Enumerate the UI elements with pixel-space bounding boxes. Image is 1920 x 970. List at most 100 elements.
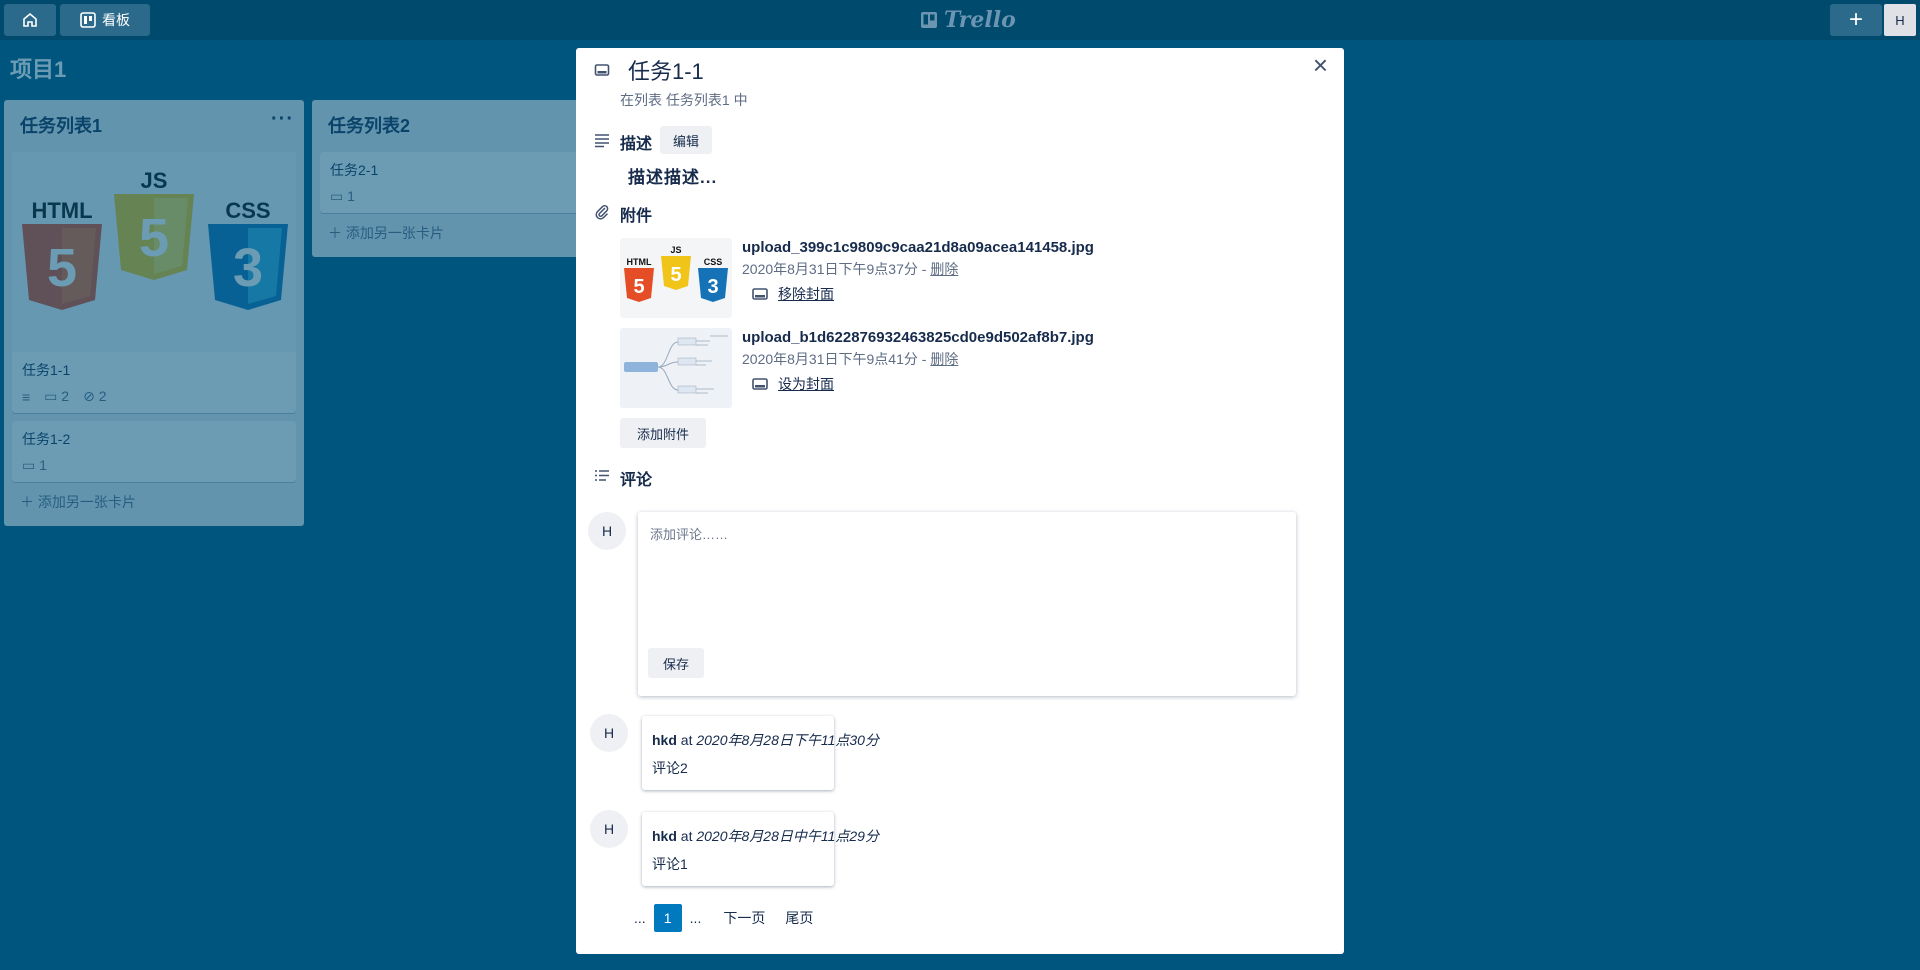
- description-text[interactable]: 描述描述...: [628, 163, 717, 188]
- comment-time: 2020年8月28日下午11点30分: [696, 732, 879, 748]
- add-attachment-button[interactable]: 添加附件: [620, 418, 706, 448]
- set-cover-button[interactable]: 设为封面: [752, 374, 834, 394]
- list-menu-icon[interactable]: ···: [271, 108, 294, 131]
- card-badges: ▭ 1: [330, 188, 594, 205]
- comment-at: at: [676, 732, 697, 748]
- set-cover-label: 设为封面: [778, 376, 834, 392]
- pagination-page-current[interactable]: 1: [653, 904, 682, 932]
- attachment-thumbnail-1[interactable]: HTML 5 JS 5 CSS 3: [620, 238, 732, 318]
- logo-text: Trello: [944, 7, 1016, 33]
- plus-icon: +: [1848, 6, 1863, 33]
- comment-item: hkd at 2020年8月28日下午11点30分 评论2: [642, 716, 879, 790]
- list-header: 任务列表2: [312, 100, 612, 144]
- card-task-2-1[interactable]: 任务2-1 ▭ 1: [320, 152, 604, 213]
- comment-icon: ▭: [330, 188, 344, 204]
- comment-input[interactable]: [638, 512, 1292, 656]
- pagination-next-button[interactable]: 下一页: [715, 904, 773, 932]
- attachment-name[interactable]: upload_399c1c9809c9caa21d8a09acea141458.…: [742, 239, 1094, 256]
- description-heading: 描述: [620, 136, 653, 153]
- home-button[interactable]: [4, 4, 56, 36]
- card-task-1-2[interactable]: 任务1-2 ▭ 1: [12, 421, 296, 482]
- pagination: ... 1 ... 下一页 尾页: [626, 904, 821, 932]
- card-cover-icon: [752, 288, 768, 300]
- attachment-meta: 2020年8月31日下午9点37分 - 删除: [742, 259, 958, 279]
- pagination-next-ellipsis[interactable]: ...: [682, 904, 710, 932]
- home-icon: [23, 12, 37, 27]
- comment-count: 1: [347, 188, 355, 204]
- card-badges: ≡ ▭ 2 ⊘ 2: [22, 388, 286, 405]
- list-title[interactable]: 任务列表2: [328, 116, 410, 136]
- delete-attachment-link[interactable]: 删除: [930, 261, 958, 277]
- svg-text:CSS: CSS: [704, 257, 723, 267]
- plus-icon: ＋: [20, 494, 38, 510]
- comment-avatar: H: [590, 714, 628, 752]
- boards-button[interactable]: 看板: [60, 4, 150, 36]
- list-1: 任务列表1 ··· HTML 5 JS 5 CSS 3 任务1-1 ≡ ▭ 2 …: [4, 100, 304, 526]
- svg-text:JS: JS: [141, 168, 168, 193]
- list-header: 任务列表1 ···: [4, 100, 304, 144]
- comment-icon: ▭: [44, 388, 58, 404]
- paperclip-icon: [595, 204, 609, 220]
- remove-cover-label: 移除封面: [778, 286, 834, 302]
- trello-logo: Trello: [920, 7, 1016, 33]
- separator: -: [917, 261, 931, 277]
- add-card-button[interactable]: ＋ 添加另一张卡片: [4, 482, 304, 526]
- attachment-thumbnail-2[interactable]: [620, 328, 732, 408]
- attachment-name[interactable]: upload_b1d622876932463825cd0e9d502af8b7.…: [742, 329, 1094, 346]
- activity-icon: [595, 470, 609, 481]
- svg-text:5: 5: [633, 276, 644, 298]
- board-icon: [80, 12, 96, 28]
- attachment-badge: ⊘ 2: [83, 388, 106, 405]
- edit-description-button[interactable]: 编辑: [660, 126, 712, 154]
- comment-time: 2020年8月28日中午11点29分: [696, 828, 879, 844]
- pagination-last-button[interactable]: 尾页: [777, 904, 821, 932]
- comment-badge: ▭ 1: [22, 457, 47, 474]
- card-cover-icon: [752, 378, 768, 390]
- close-icon[interactable]: ×: [1313, 50, 1328, 81]
- pagination-prev-ellipsis[interactable]: ...: [626, 904, 654, 932]
- user-avatar[interactable]: H: [1884, 4, 1916, 36]
- comment-count: 2: [61, 388, 70, 404]
- card-cover-image: HTML 5 JS 5 CSS 3: [12, 152, 296, 352]
- card-list-location: 在列表 任务列表1 中: [620, 92, 748, 108]
- card-task-1-1[interactable]: HTML 5 JS 5 CSS 3 任务1-1 ≡ ▭ 2 ⊘ 2: [12, 152, 296, 413]
- card-title-heading[interactable]: 任务1-1: [628, 54, 704, 86]
- delete-attachment-link[interactable]: 删除: [930, 351, 958, 367]
- comment-avatar: H: [590, 810, 628, 848]
- comment-count: 1: [39, 457, 47, 473]
- comment-input-avatar: H: [588, 512, 626, 550]
- trello-logo-icon: [921, 12, 937, 28]
- svg-text:CSS: CSS: [225, 198, 270, 223]
- create-button[interactable]: +: [1830, 4, 1882, 36]
- comment-header: hkd at 2020年8月28日下午11点30分: [652, 730, 879, 750]
- user-avatar-initial: H: [1895, 12, 1905, 28]
- svg-text:5: 5: [670, 264, 681, 286]
- comments-heading: 评论: [620, 472, 653, 489]
- comment-icon: ▭: [22, 457, 36, 473]
- svg-text:JS: JS: [670, 245, 681, 255]
- add-card-button[interactable]: ＋ 添加另一张卡片: [312, 213, 612, 257]
- attachment-meta: 2020年8月31日下午9点41分 - 删除: [742, 349, 958, 369]
- card-title: 任务2-1: [330, 162, 379, 178]
- comment-header: hkd at 2020年8月28日中午11点29分: [652, 826, 879, 846]
- card-title: 任务1-2: [22, 431, 71, 447]
- comment-badge: ▭ 2: [44, 388, 69, 405]
- card-detail-modal: 任务1-1 在列表 任务列表1 中 × 描述 编辑 描述描述... 附件 HTM…: [576, 48, 1344, 954]
- card-title: 任务1-1: [22, 362, 71, 378]
- attachment-date: 2020年8月31日下午9点37分: [742, 261, 918, 277]
- save-comment-button[interactable]: 保存: [648, 648, 704, 678]
- mindmap-image: [620, 328, 732, 408]
- description-badge-icon: ≡: [22, 388, 31, 405]
- svg-text:3: 3: [233, 238, 263, 298]
- remove-cover-button[interactable]: 移除封面: [752, 284, 834, 304]
- attachments-heading: 附件: [620, 208, 653, 225]
- attachment-date: 2020年8月31日下午9点41分: [742, 351, 918, 367]
- card-icon: [594, 64, 610, 76]
- card-badges: ▭ 1: [22, 457, 286, 474]
- list-title[interactable]: 任务列表1: [20, 116, 102, 136]
- description-icon: [595, 134, 609, 148]
- comment-at: at: [676, 828, 697, 844]
- separator: -: [917, 351, 931, 367]
- svg-text:5: 5: [47, 238, 77, 298]
- paperclip-icon: ⊘: [83, 388, 95, 404]
